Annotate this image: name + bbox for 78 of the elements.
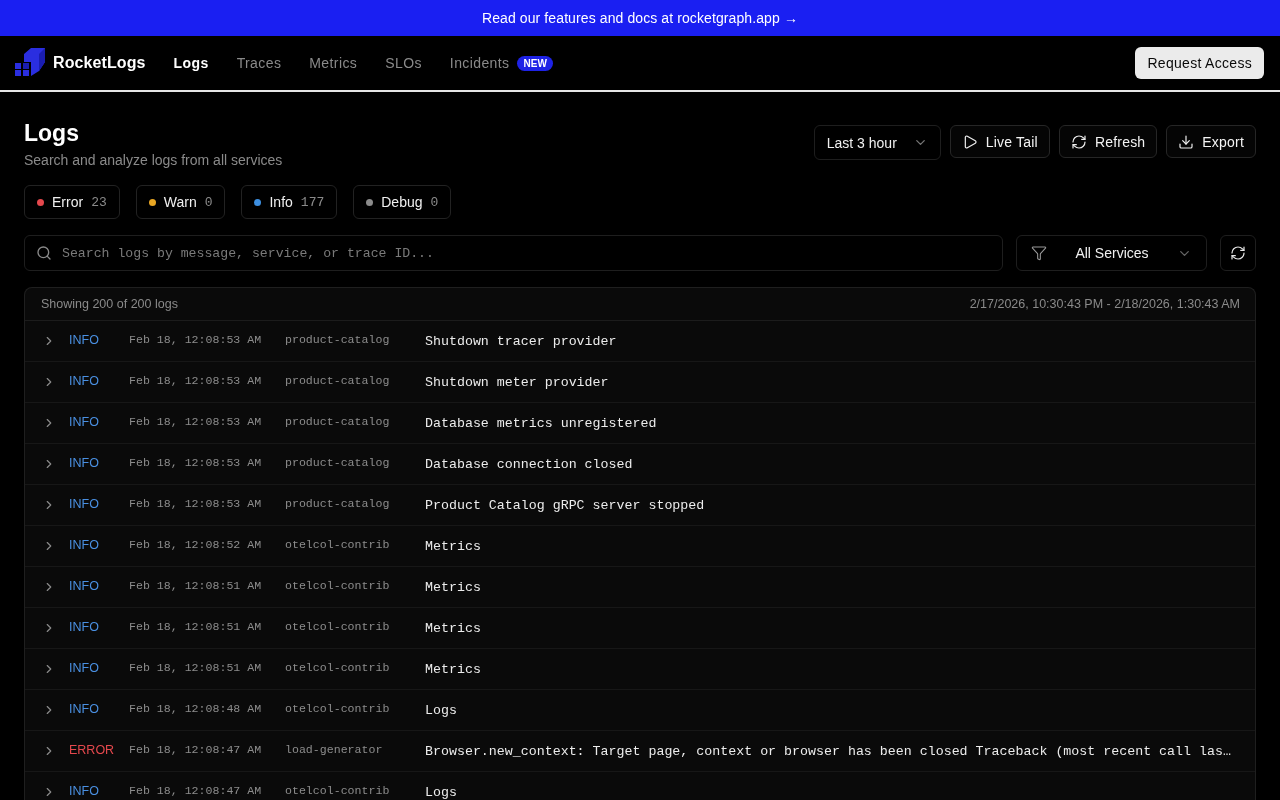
refresh-icon [1230, 245, 1246, 261]
severity-text: INFO [69, 660, 99, 675]
refresh-icon [1070, 133, 1087, 150]
severity-text: INFO [69, 783, 99, 798]
level-filter-chip[interactable]: Warn 0 [135, 185, 226, 219]
message-cell: Database connection closed [425, 456, 633, 472]
refresh-button[interactable] [1220, 235, 1256, 271]
level-filter-chip[interactable]: Error 23 [24, 185, 120, 219]
message-cell: Shutdown meter provider [425, 374, 609, 390]
search-field[interactable]: Search logs by message, service, or trace ID... [24, 235, 1003, 271]
page-subtitle: Search and analyze logs from all services [24, 151, 283, 170]
message-cell: Product Catalog gRPC server stopped [425, 497, 705, 513]
severity-text: INFO [69, 455, 99, 470]
brand-name: RocketLogs [53, 54, 146, 72]
message-cell: Metrics [425, 620, 481, 636]
timestamp-cell: Feb 18, 12:08:53 AM [129, 456, 262, 469]
severity-text: INFO [69, 332, 99, 347]
toolbar-button[interactable]: Refresh [1058, 125, 1158, 158]
timestamp-cell: Feb 18, 12:08:51 AM [129, 620, 262, 633]
service-cell: otelcol-contrib [285, 661, 390, 674]
level-filter-chip[interactable]: Info 177 [241, 185, 338, 219]
message-cell: Metrics [425, 579, 481, 595]
timestamp-cell: Feb 18, 12:08:52 AM [129, 538, 262, 551]
message-cell: Browser.new_context: Target page, context or browser has been closed Traceback (most recent call las… [425, 743, 1231, 759]
funnel-icon [1031, 245, 1047, 261]
timestamp-cell: Feb 18, 12:08:47 AM [129, 784, 262, 797]
severity-text: ERROR [69, 742, 115, 757]
message-cell: Logs [425, 784, 457, 800]
message-cell: Shutdown tracer provider [425, 333, 617, 349]
service-cell: product-catalog [285, 333, 390, 346]
time-range-select[interactable]: Last 3 hour [813, 125, 941, 160]
timestamp-cell: Feb 18, 12:08:53 AM [129, 333, 262, 346]
message-cell: Database metrics unregistered [425, 415, 657, 431]
nav-tab[interactable]: SLOs [385, 55, 422, 71]
service-cell: product-catalog [285, 415, 390, 428]
service-cell: product-catalog [285, 456, 390, 469]
banner-link[interactable]: Read our features and docs at rocketgraph.app → [482, 10, 798, 26]
timestamp-cell: Feb 18, 12:08:53 AM [129, 374, 262, 387]
message-cell: Logs [425, 702, 457, 718]
service-cell: otelcol-contrib [285, 579, 390, 592]
new-badge: NEW [517, 55, 553, 71]
service-cell: otelcol-contrib [285, 620, 390, 633]
service-cell: product-catalog [285, 497, 390, 510]
message-cell: Metrics [425, 538, 481, 554]
nav-tab[interactable]: Logs [173, 55, 209, 71]
download-icon [1178, 133, 1195, 150]
service-cell: otelcol-contrib [285, 702, 390, 715]
severity-text: INFO [69, 373, 99, 388]
timestamp-cell: Feb 18, 12:08:51 AM [129, 661, 262, 674]
timestamp-cell: Feb 18, 12:08:53 AM [129, 415, 262, 428]
logo-icon [15, 48, 45, 78]
timestamp-cell: Feb 18, 12:08:53 AM [129, 497, 262, 510]
severity-text: INFO [69, 537, 99, 552]
severity-text: INFO [69, 619, 99, 634]
log-count-text: Showing 200 of 200 logs [41, 297, 178, 311]
timestamp-cell: Feb 18, 12:08:51 AM [129, 579, 262, 592]
severity-text: INFO [69, 701, 99, 716]
nav-tab[interactable]: Incidents [449, 55, 510, 71]
message-cell: Metrics [425, 661, 481, 677]
toolbar-button[interactable]: Live Tail [949, 125, 1050, 158]
service-cell: otelcol-contrib [285, 784, 390, 797]
service-select[interactable]: All Services [1016, 235, 1207, 271]
date-range-text: 2/17/2026, 10:30:43 PM - 2/18/2026, 1:30:43 AM [969, 297, 1240, 311]
service-cell: otelcol-contrib [285, 538, 390, 551]
toolbar-button[interactable]: Export [1166, 125, 1256, 158]
nav-tab[interactable]: Traces [236, 55, 282, 71]
service-cell: product-catalog [285, 374, 390, 387]
severity-text: INFO [69, 414, 99, 429]
request-access-button[interactable]: Request Access [1135, 47, 1264, 79]
timestamp-cell: Feb 18, 12:08:48 AM [129, 702, 262, 715]
page-title: Logs [24, 120, 80, 146]
service-cell: load-generator [285, 743, 383, 756]
search-icon [36, 245, 52, 261]
level-filter-chip[interactable]: Debug 0 [353, 185, 452, 219]
severity-text: INFO [69, 496, 99, 511]
severity-text: INFO [69, 578, 99, 593]
timestamp-cell: Feb 18, 12:08:47 AM [129, 743, 262, 756]
nav-tab[interactable]: Metrics [309, 55, 358, 71]
